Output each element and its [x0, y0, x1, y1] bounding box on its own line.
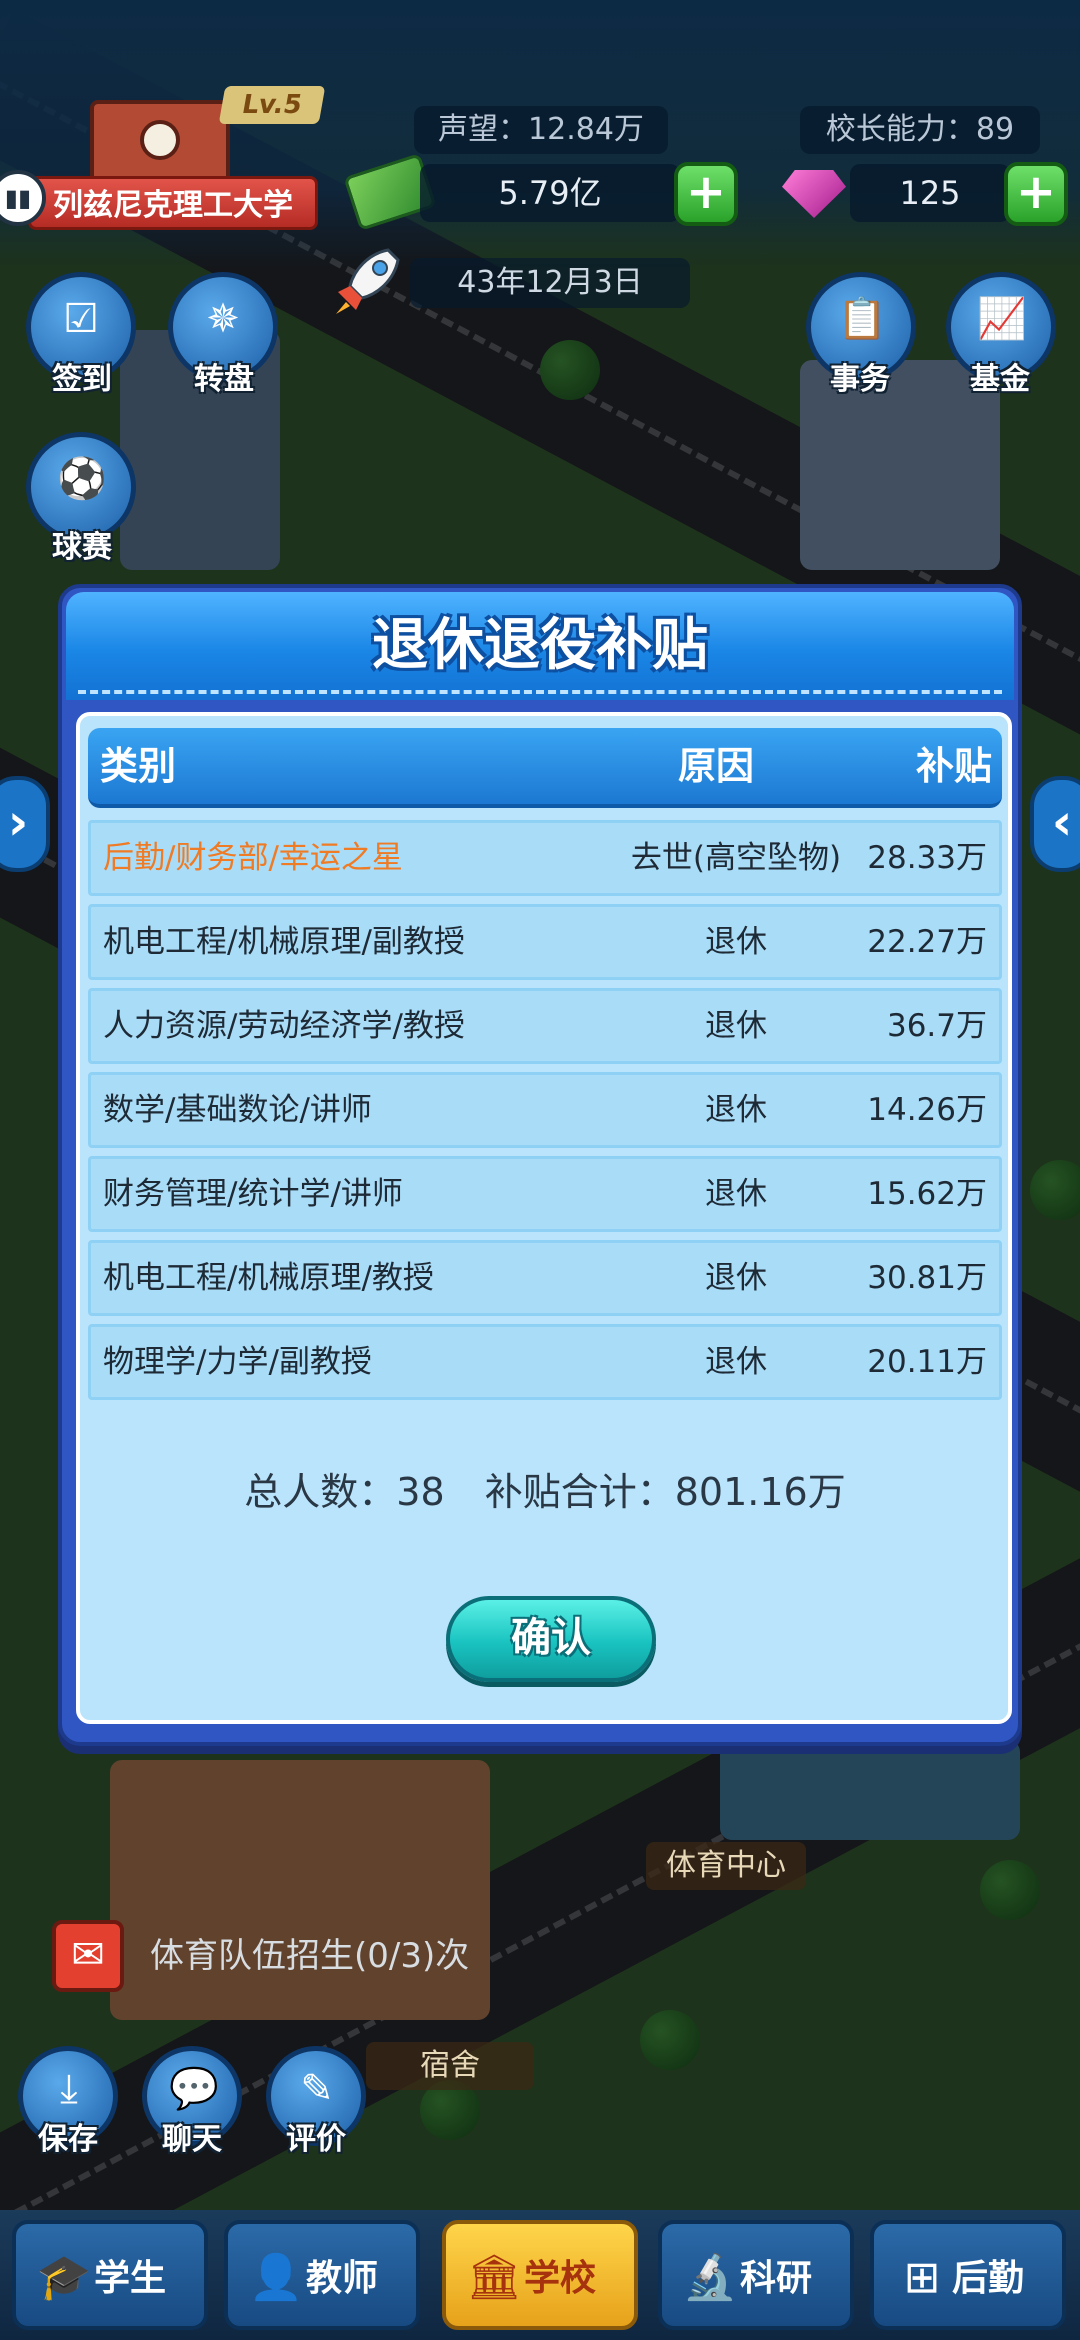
affairs-label: 事务 — [830, 362, 890, 397]
plus-icon: + — [1015, 164, 1057, 220]
school-name: 列兹尼克理工大学 — [28, 176, 318, 230]
match-label: 球赛 — [52, 530, 112, 565]
row-reason: 退休 — [705, 1260, 767, 1296]
chevron-left-icon: ‹ — [1051, 793, 1073, 851]
dialog-header: 退休退役补贴 — [66, 592, 1014, 700]
wheel-label: 转盘 — [194, 362, 254, 397]
fund-label: 基金 — [970, 362, 1030, 397]
table-row: 人力资源/劳动经济学/教授 退休 36.7万 — [88, 988, 1002, 1064]
confirm-button[interactable]: 确认 — [446, 1596, 656, 1682]
add-money-button[interactable]: + — [674, 162, 738, 226]
sports-center-sign[interactable]: 体育中心 — [646, 1842, 806, 1890]
table-row: 数学/基础数论/讲师 退休 14.26万 — [88, 1072, 1002, 1148]
tab-label: 科研 — [740, 2258, 813, 2299]
table-row: 财务管理/统计学/讲师 退休 15.62万 — [88, 1156, 1002, 1232]
pause-icon: ▮▮ — [4, 184, 32, 212]
spin-wheel-icon: ✵ — [206, 296, 240, 342]
row-category: 机电工程/机械原理/教授 — [103, 1260, 434, 1296]
row-reason: 退休 — [705, 924, 767, 960]
soccer-ball-icon: ⚽ — [57, 456, 107, 502]
row-category: 机电工程/机械原理/副教授 — [103, 924, 465, 960]
row-reason: 去世(高空坠物) — [630, 840, 842, 876]
gem-icon — [782, 170, 846, 218]
dialog-title: 退休退役补贴 — [372, 613, 708, 678]
clipboard-icon: 📋 — [837, 296, 887, 342]
gem-display: 125 — [850, 164, 1010, 222]
first-aid-icon: ⊞ — [903, 2252, 941, 2303]
recruit-notice[interactable]: ✉ 体育队伍招生(0/3)次 — [40, 1920, 470, 1992]
dialog-body: 类别 原因 补贴 后勤/财务部/幸运之星 去世(高空坠物) 28.33万 机电工… — [76, 712, 1012, 1724]
tab-label: 后勤 — [952, 2258, 1025, 2299]
table-row: 机电工程/机械原理/副教授 退休 22.27万 — [88, 904, 1002, 980]
row-subsidy: 36.7万 — [886, 1008, 987, 1044]
row-reason: 退休 — [705, 1176, 767, 1212]
level-badge: Lv.5 — [218, 86, 326, 124]
save-icon: ⤓ — [60, 2066, 78, 2112]
row-category: 后勤/财务部/幸运之星 — [103, 840, 403, 876]
rocket-icon[interactable] — [328, 240, 408, 320]
tab-students[interactable]: 🎓 学生 — [12, 2220, 208, 2330]
plus-icon: + — [685, 164, 727, 220]
graduation-cap-icon: 🎓 — [36, 2252, 92, 2303]
tab-school[interactable]: 🏛 学校 — [442, 2220, 638, 2330]
tab-teachers[interactable]: 👤 教师 — [224, 2220, 420, 2330]
school-building-icon: 🏛 — [466, 2252, 522, 2303]
tab-label: 学生 — [94, 2258, 167, 2299]
principal-ability-display: 校长能力：89 — [800, 106, 1040, 154]
subsidy-list[interactable]: 后勤/财务部/幸运之星 去世(高空坠物) 28.33万 机电工程/机械原理/副教… — [88, 820, 1002, 1408]
row-reason: 退休 — [705, 1092, 767, 1128]
prestige-display: 声望：12.84万 — [414, 106, 668, 154]
checkin-label: 签到 — [52, 362, 112, 397]
tab-label: 教师 — [306, 2258, 379, 2299]
school-emblem[interactable] — [80, 70, 240, 190]
left-arrow-button[interactable]: › — [0, 776, 50, 872]
row-category: 物理学/力学/副教授 — [103, 1344, 372, 1380]
table-header: 类别 原因 补贴 — [88, 728, 1002, 808]
save-label: 保存 — [38, 2122, 98, 2157]
calendar-check-icon: ☑ — [63, 296, 99, 342]
add-gem-button[interactable]: + — [1004, 162, 1068, 226]
retirement-subsidy-dialog: 退休退役补贴 类别 原因 补贴 后勤/财务部/幸运之星 去世(高空坠物) 28.… — [58, 584, 1022, 1746]
column-header-subsidy: 补贴 — [915, 744, 992, 788]
table-row: 物理学/力学/副教授 退休 20.11万 — [88, 1324, 1002, 1400]
money-display: 5.79亿 — [420, 164, 680, 222]
recruit-notice-text: 体育队伍招生(0/3)次 — [150, 1936, 470, 1976]
table-row: 机电工程/机械原理/教授 退休 30.81万 — [88, 1240, 1002, 1316]
teacher-icon: 👤 — [248, 2252, 304, 2303]
game-date: 43年12月3日 — [410, 258, 690, 308]
row-category: 人力资源/劳动经济学/教授 — [103, 1008, 465, 1044]
row-subsidy: 15.62万 — [867, 1176, 987, 1212]
mailbox-icon: ✉ — [52, 1920, 124, 1992]
chat-icon: 💬 — [169, 2066, 219, 2112]
row-subsidy: 20.11万 — [867, 1344, 987, 1380]
microscope-icon: 🔬 — [682, 2252, 738, 2303]
top-hud: Lv.5 列兹尼克理工大学 ▮▮ 声望：12.84万 校长能力：89 5.79亿… — [0, 0, 1080, 314]
edit-icon: ✎ — [300, 2066, 334, 2112]
row-category: 数学/基础数论/讲师 — [103, 1092, 372, 1128]
row-category: 财务管理/统计学/讲师 — [103, 1176, 403, 1212]
column-header-reason: 原因 — [678, 744, 755, 788]
tab-label: 学校 — [524, 2258, 597, 2299]
row-reason: 退休 — [705, 1344, 767, 1380]
clock-icon — [140, 120, 180, 160]
summary-line: 总人数：38 补贴合计：801.16万 — [80, 1462, 1010, 1522]
row-subsidy: 30.81万 — [867, 1260, 987, 1296]
total-people: 总人数：38 — [244, 1470, 445, 1514]
row-subsidy: 28.33万 — [867, 840, 987, 876]
chart-up-icon: 📈 — [977, 296, 1027, 342]
chat-label: 聊天 — [162, 2122, 222, 2157]
tab-research[interactable]: 🔬 科研 — [658, 2220, 854, 2330]
review-label: 评价 — [286, 2122, 346, 2157]
right-arrow-button[interactable]: ‹ — [1030, 776, 1080, 872]
row-subsidy: 14.26万 — [867, 1092, 987, 1128]
row-reason: 退休 — [705, 1008, 767, 1044]
table-row: 后勤/财务部/幸运之星 去世(高空坠物) 28.33万 — [88, 820, 1002, 896]
dorm-sign[interactable]: 宿舍 — [366, 2042, 534, 2090]
chevron-right-icon: › — [7, 793, 29, 851]
tab-logistics[interactable]: ⊞ 后勤 — [870, 2220, 1066, 2330]
total-subsidy: 补贴合计：801.16万 — [484, 1470, 846, 1514]
row-subsidy: 22.27万 — [867, 924, 987, 960]
column-header-category: 类别 — [100, 744, 177, 788]
